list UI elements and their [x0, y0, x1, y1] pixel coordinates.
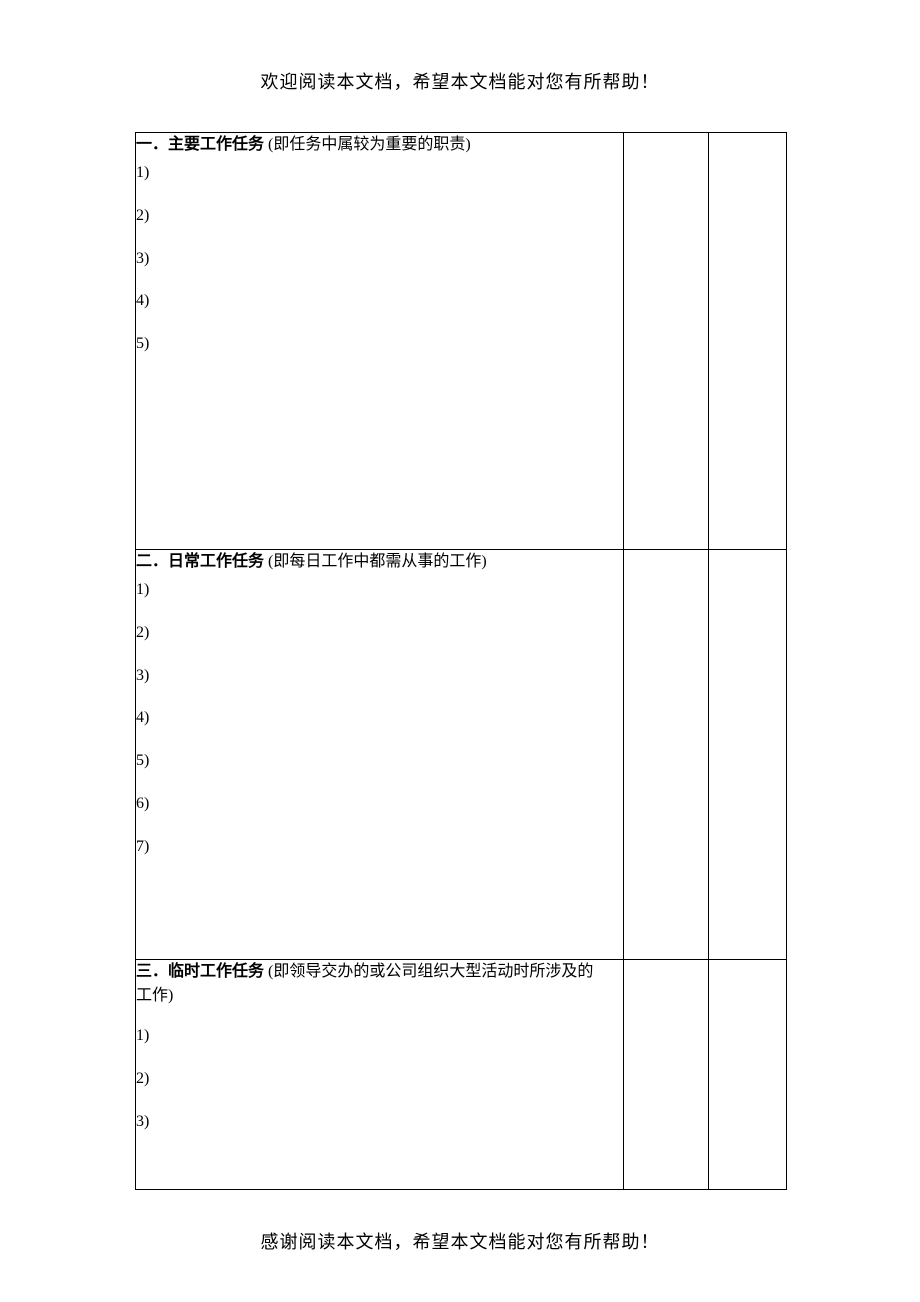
list-item: 3)	[136, 249, 623, 270]
section-desc: (即任务中属较为重要的职责)	[268, 136, 471, 153]
list-item: 3)	[136, 1112, 623, 1133]
table-row: 二．日常工作任务 (即每日工作中都需从事的工作) 1) 2) 3) 4) 5) …	[136, 550, 787, 960]
table-row: 一．主要工作任务 (即任务中属较为重要的职责) 1) 2) 3) 4) 5)	[136, 133, 787, 550]
list-item: 2)	[136, 1069, 623, 1090]
blank-cell	[624, 960, 709, 1190]
section-cell-temp: 三．临时工作任务 (即领导交办的或公司组织大型活动时所涉及的 工作) 1) 2)…	[136, 960, 624, 1190]
blank-cell	[624, 550, 709, 960]
list-item: 5)	[136, 334, 623, 355]
blank-cell	[709, 133, 787, 550]
blank-cell	[709, 550, 787, 960]
list-item: 2)	[136, 206, 623, 227]
section-desc: (即每日工作中都需从事的工作)	[268, 553, 487, 570]
list-item: 1)	[136, 163, 623, 184]
list-item: 2)	[136, 623, 623, 644]
table-row: 三．临时工作任务 (即领导交办的或公司组织大型活动时所涉及的 工作) 1) 2)…	[136, 960, 787, 1190]
footer-text: 感谢阅读本文档，希望本文档能对您有所帮助！	[0, 1228, 920, 1254]
section-title: 二．日常工作任务	[136, 553, 264, 570]
blank-cell	[624, 133, 709, 550]
list-item: 3)	[136, 666, 623, 687]
header-text: 欢迎阅读本文档，希望本文档能对您有所帮助！	[0, 68, 920, 94]
section-header: 二．日常工作任务 (即每日工作中都需从事的工作)	[136, 550, 623, 574]
section-desc-wrap: 工作)	[136, 987, 173, 1004]
list-item: 4)	[136, 708, 623, 729]
list-item: 6)	[136, 794, 623, 815]
list-item: 5)	[136, 751, 623, 772]
list-item: 4)	[136, 291, 623, 312]
list-item: 1)	[136, 580, 623, 601]
blank-cell	[709, 960, 787, 1190]
list-item: 7)	[136, 837, 623, 858]
section-cell-daily: 二．日常工作任务 (即每日工作中都需从事的工作) 1) 2) 3) 4) 5) …	[136, 550, 624, 960]
section-cell-primary: 一．主要工作任务 (即任务中属较为重要的职责) 1) 2) 3) 4) 5)	[136, 133, 624, 550]
section-header: 三．临时工作任务 (即领导交办的或公司组织大型活动时所涉及的 工作)	[136, 960, 623, 1008]
tasks-table: 一．主要工作任务 (即任务中属较为重要的职责) 1) 2) 3) 4) 5) 二…	[135, 132, 787, 1190]
section-title: 一．主要工作任务	[136, 136, 264, 153]
section-title: 三．临时工作任务	[136, 963, 264, 980]
section-desc: (即领导交办的或公司组织大型活动时所涉及的	[268, 963, 593, 980]
list-item: 1)	[136, 1026, 623, 1047]
section-header: 一．主要工作任务 (即任务中属较为重要的职责)	[136, 133, 623, 157]
